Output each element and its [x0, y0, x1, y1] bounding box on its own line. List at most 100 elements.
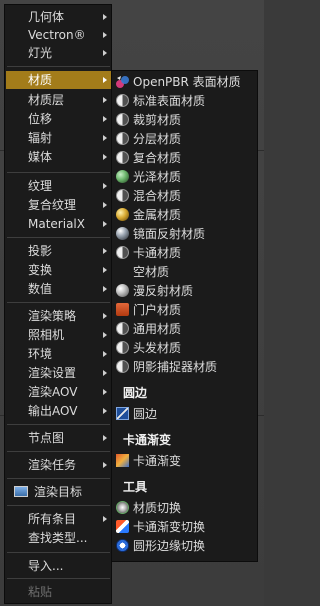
menu-item-render-task[interactable]: 渲染任务 [6, 456, 111, 474]
menu-item-lights[interactable]: 灯光 [6, 44, 111, 62]
submenu-item-null[interactable]: 空材质 [113, 263, 257, 281]
menu-item-render-target[interactable]: 渲染目标 [6, 483, 111, 501]
submenu-arrow-icon [103, 286, 107, 292]
submenu-item-material-switch[interactable]: 材质切换 [113, 499, 257, 517]
submenu-item-hair[interactable]: 头发材质 [113, 339, 257, 357]
menu-item-textures[interactable]: 纹理 [6, 177, 111, 195]
menu-item-find-type[interactable]: 查找类型... [6, 529, 111, 547]
submenu-item-portal[interactable]: 门户材质 [113, 301, 257, 319]
submenu-item-standard-surface[interactable]: 标准表面材质 [113, 92, 257, 110]
shadow-catcher-icon [116, 360, 129, 373]
mix-material-icon [116, 189, 129, 202]
menu-separator [7, 478, 110, 479]
submenu-item-clipping[interactable]: 裁剪材质 [113, 111, 257, 129]
submenu-arrow-icon [103, 32, 107, 38]
menu-item-displacement[interactable]: 位移 [6, 110, 111, 128]
submenu-item-shadow-catcher[interactable]: 阴影捕捉器材质 [113, 358, 257, 376]
specular-material-icon [116, 227, 129, 240]
submenu-arrow-icon [103, 50, 107, 56]
menu-item-output-aov[interactable]: 输出AOV [6, 402, 111, 420]
submenu-arrow-icon [103, 97, 107, 103]
menu-item-all-items[interactable]: 所有条目 [6, 510, 111, 528]
submenu-item-glossy[interactable]: 光泽材质 [113, 168, 257, 186]
menu-item-emission[interactable]: 辐射 [6, 129, 111, 147]
submenu-item-toon-ramp-switch[interactable]: 卡通渐变切换 [113, 518, 257, 536]
submenu-item-toon-ramp[interactable]: 卡通渐变 [113, 452, 257, 470]
submenu-arrow-icon [103, 370, 107, 376]
submenu-arrow-icon [103, 248, 107, 254]
round-edges-switch-icon [116, 539, 129, 552]
submenu-arrow-icon [103, 183, 107, 189]
menu-separator [7, 578, 110, 579]
submenu-item-toon[interactable]: 卡通材质 [113, 244, 257, 262]
submenu-arrow-icon [103, 135, 107, 141]
submenu-item-label: 阴影捕捉器材质 [133, 360, 218, 374]
menu-item-projection[interactable]: 投影 [6, 242, 111, 260]
menu-item-label: 材质层 [28, 93, 65, 107]
submenu-item-label: 金属材质 [133, 208, 182, 222]
submenu-item-label: 镜面反射材质 [133, 227, 206, 241]
submenu-item-composite[interactable]: 复合材质 [113, 149, 257, 167]
submenu-item-label: 光泽材质 [133, 170, 182, 184]
menu-item-label: 环境 [28, 347, 53, 361]
menu-item-import[interactable]: 导入... [6, 557, 111, 575]
hair-material-icon [116, 341, 129, 354]
submenu-arrow-icon [103, 332, 107, 338]
metal-material-icon [116, 208, 129, 221]
menu-item-materialx[interactable]: MaterialX [6, 215, 111, 233]
menu-item-label: 照相机 [28, 328, 65, 342]
menu-item-transform[interactable]: 变换 [6, 261, 111, 279]
menu-item-render-strategy[interactable]: 渲染策略 [6, 307, 111, 325]
submenu-item-round-edges-switch[interactable]: 圆形边缘切换 [113, 537, 257, 555]
submenu-item-label: 材质切换 [133, 501, 182, 515]
submenu-arrow-icon [103, 154, 107, 160]
submenu-item-label: 裁剪材质 [133, 113, 182, 127]
menu-item-label: 输出AOV [28, 404, 78, 418]
context-menu: 几何体 Vectron® 灯光 材质 材质层 位移 辐射 媒体 纹理 复合纹理 … [4, 4, 112, 604]
submenu-item-mix[interactable]: 混合材质 [113, 187, 257, 205]
submenu-item-openpbr[interactable]: OpenPBR 表面材质 [113, 73, 257, 91]
menu-item-label: 位移 [28, 112, 53, 126]
menu-item-environment[interactable]: 环境 [6, 345, 111, 363]
submenu-arrow-icon [103, 14, 107, 20]
submenu-item-label: 卡通材质 [133, 246, 182, 260]
submenu-item-layered[interactable]: 分层材质 [113, 130, 257, 148]
render-target-icon [14, 486, 28, 497]
menu-separator [7, 505, 110, 506]
menu-item-materials[interactable]: 材质 [6, 71, 111, 89]
menu-item-label: 材质 [28, 73, 53, 87]
submenu-arrow-icon [103, 202, 107, 208]
submenu-item-metal[interactable]: 金属材质 [113, 206, 257, 224]
menu-item-label: 渲染AOV [28, 385, 78, 399]
submenu-arrow-icon [103, 516, 107, 522]
menu-item-composite-textures[interactable]: 复合纹理 [6, 196, 111, 214]
menu-item-label: 粘贴 [28, 585, 53, 599]
menu-item-medium[interactable]: 媒体 [6, 148, 111, 166]
menu-item-geometry[interactable]: 几何体 [6, 8, 111, 26]
menu-item-render-settings[interactable]: 渲染设置 [6, 364, 111, 382]
menu-item-values[interactable]: 数值 [6, 280, 111, 298]
submenu-item-universal[interactable]: 通用材质 [113, 320, 257, 338]
menu-item-render-aov[interactable]: 渲染AOV [6, 383, 111, 401]
diffuse-material-icon [116, 284, 129, 297]
submenu-item-label: 分层材质 [133, 132, 182, 146]
menu-item-label: 所有条目 [28, 512, 77, 526]
submenu-item-round-edges[interactable]: 圆边 [113, 405, 257, 423]
menu-item-label: 辐射 [28, 131, 53, 145]
submenu-arrow-icon [103, 435, 107, 441]
submenu-item-label: 混合材质 [133, 189, 182, 203]
menu-item-camera[interactable]: 照相机 [6, 326, 111, 344]
submenu-item-diffuse[interactable]: 漫反射材质 [113, 282, 257, 300]
submenu-item-specular[interactable]: 镜面反射材质 [113, 225, 257, 243]
submenu-item-label: 通用材质 [133, 322, 182, 336]
menu-item-material-layers[interactable]: 材质层 [6, 91, 111, 109]
submenu-arrow-icon [103, 267, 107, 273]
submenu-item-label: 空材质 [133, 265, 170, 279]
menu-item-label: 渲染任务 [28, 458, 77, 472]
toon-ramp-switch-icon [116, 520, 129, 533]
composite-material-icon [116, 151, 129, 164]
menu-item-label: 纹理 [28, 179, 53, 193]
submenu-arrow-icon [103, 389, 107, 395]
menu-item-node-graph[interactable]: 节点图 [6, 429, 111, 447]
menu-item-vectron[interactable]: Vectron® [6, 26, 111, 44]
